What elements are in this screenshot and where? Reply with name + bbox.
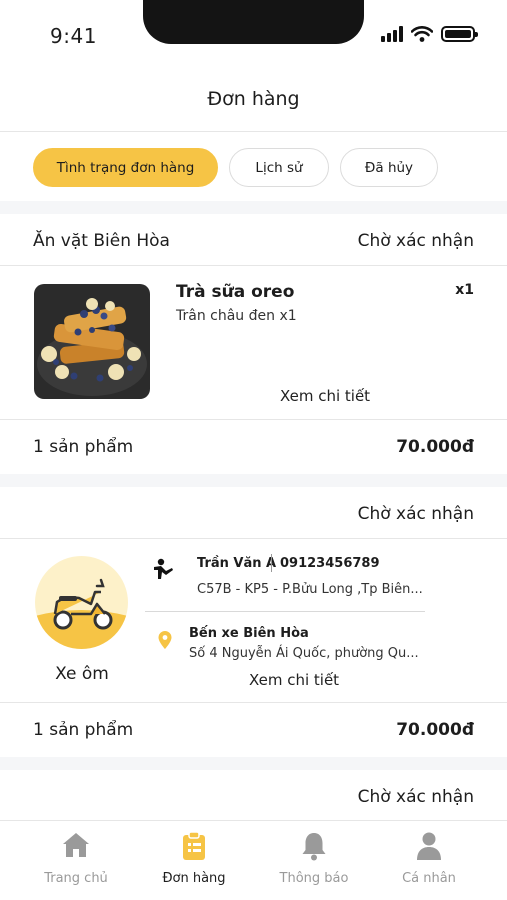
nav-profile[interactable]: Cá nhân: [366, 821, 492, 900]
shop-name: Ăn vặt Biên Hòa: [33, 231, 170, 251]
order-status: Chờ xác nhận: [357, 787, 474, 807]
product-count: 1 sản phẩm: [33, 437, 134, 457]
tab-history[interactable]: Lịch sử: [229, 148, 329, 187]
nav-orders[interactable]: Đơn hàng: [131, 821, 257, 900]
order-status: Chờ xác nhận: [357, 504, 474, 524]
section-divider: [0, 757, 507, 770]
wifi-icon: [411, 26, 433, 42]
product-name: Trà sữa oreo: [176, 282, 295, 302]
order-card-header: Ăn vặt Biên Hòa Chờ xác nhận: [0, 214, 507, 266]
nav-label: Thông báo: [279, 871, 349, 886]
signal-icon: [381, 26, 403, 42]
status-time: 9:41: [50, 24, 97, 48]
nav-label: Trang chủ: [44, 871, 108, 886]
battery-icon: [441, 26, 478, 42]
bottom-navigation: Trang chủ Đơn hàng Thông báo Cá nhân: [0, 820, 507, 900]
order-summary: 1 sản phẩm 70.000đ: [0, 703, 507, 757]
scooter-icon: [35, 556, 128, 649]
pickup-address: C57B - KP5 - P.Bửu Long ,Tp Biên...: [197, 582, 423, 597]
tab-cancelled[interactable]: Đã hủy: [340, 148, 438, 187]
home-icon: [63, 833, 89, 857]
order-card-header: Chờ xác nhận: [0, 770, 507, 820]
product-image: [34, 284, 150, 399]
location-pin-icon: [158, 631, 172, 649]
section-divider: [0, 474, 507, 487]
system-icons: [381, 26, 478, 42]
bell-icon: [302, 833, 326, 861]
driver-name: Trần Văn A: [197, 556, 277, 571]
product-option: Trân châu đen x1: [176, 308, 297, 324]
page-title: Đơn hàng: [207, 88, 300, 110]
status-bar: 9:41: [0, 0, 507, 62]
separator: [271, 554, 272, 572]
device-notch: [143, 0, 364, 44]
order-total: 70.000đ: [396, 720, 474, 740]
nav-label: Đơn hàng: [162, 871, 226, 886]
nav-home[interactable]: Trang chủ: [13, 821, 139, 900]
view-details-link[interactable]: Xem chi tiết: [249, 671, 339, 689]
tab-order-status[interactable]: Tình trạng đơn hàng: [33, 148, 218, 187]
product-count: 1 sản phẩm: [33, 720, 134, 740]
user-icon: [417, 832, 441, 860]
clipboard-icon: [183, 831, 205, 860]
divider: [145, 611, 425, 612]
ride-order-item[interactable]: Xe ôm Trần Văn A 09123456789 C57B - KP5 …: [0, 540, 507, 703]
page-header: Đơn hàng: [0, 62, 507, 132]
section-divider: [0, 201, 507, 214]
order-status: Chờ xác nhận: [357, 231, 474, 251]
order-total: 70.000đ: [396, 437, 474, 457]
order-item[interactable]: Trà sữa oreo Trân châu đen x1 x1 Xem chi…: [0, 266, 507, 420]
order-tabs: Tình trạng đơn hàng Lịch sử Đã hủy: [0, 133, 507, 201]
driver-icon: [154, 558, 173, 579]
nav-label: Cá nhân: [402, 871, 456, 886]
product-quantity: x1: [455, 282, 474, 298]
view-details-link[interactable]: Xem chi tiết: [280, 387, 370, 405]
driver-phone: 09123456789: [280, 556, 380, 571]
service-type: Xe ôm: [55, 664, 109, 684]
order-summary: 1 sản phẩm 70.000đ: [0, 420, 507, 474]
order-card-header: Chờ xác nhận: [0, 487, 507, 539]
destination-name: Bến xe Biên Hòa: [189, 626, 309, 641]
nav-notifications[interactable]: Thông báo: [251, 821, 377, 900]
destination-address: Số 4 Nguyễn Ái Quốc, phường Qu...: [189, 646, 419, 661]
